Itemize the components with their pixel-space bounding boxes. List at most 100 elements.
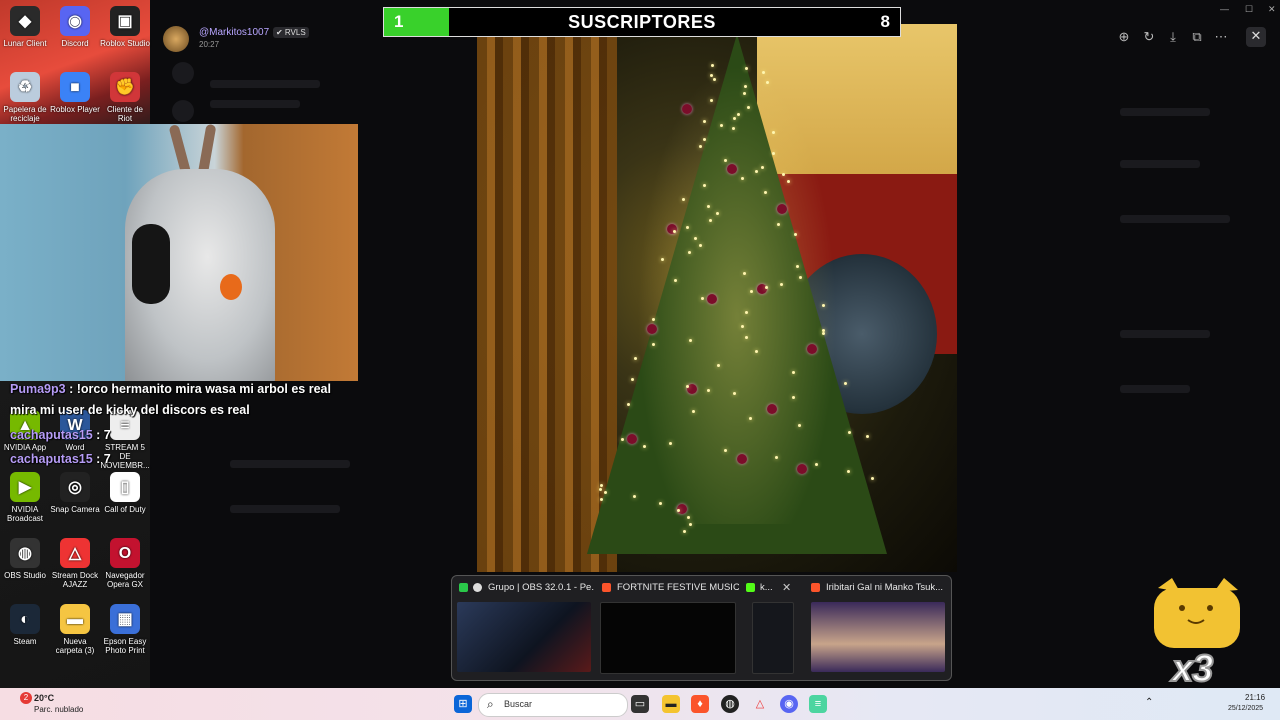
desktop-icon-label: Word bbox=[65, 443, 85, 452]
app-icon: O bbox=[110, 538, 140, 568]
tree-light bbox=[668, 442, 672, 445]
kick-icon bbox=[459, 583, 468, 592]
red-nose bbox=[220, 274, 242, 300]
tree-light bbox=[688, 339, 692, 342]
preview-kick[interactable]: k... ✕ bbox=[744, 576, 798, 680]
stream-dock-icon[interactable]: △ bbox=[751, 695, 769, 713]
desktop-icon-nvidia-broadcast[interactable]: ▶ NVIDIA Broadcast bbox=[0, 472, 50, 523]
tree-light bbox=[732, 117, 736, 120]
desktop-icon-epson-easy-photo-print[interactable]: ▦ Epson Easy Photo Print bbox=[100, 604, 150, 655]
more-icon[interactable]: ⋯ bbox=[1212, 28, 1230, 46]
tree-light bbox=[764, 286, 768, 289]
avatar[interactable] bbox=[163, 26, 189, 52]
tree-light bbox=[743, 85, 747, 88]
subscriber-title: SUSCRIPTORES bbox=[568, 12, 716, 32]
desktop-icon-roblox-player[interactable]: ■ Roblox Player bbox=[50, 72, 100, 114]
file-explorer-icon[interactable]: ▬ bbox=[662, 695, 680, 713]
tree-light bbox=[706, 389, 710, 392]
desktop-icon-snap-camera[interactable]: ◎ Snap Camera bbox=[50, 472, 100, 514]
ornament bbox=[682, 104, 692, 114]
clock-date[interactable]: 25/12/2025 bbox=[1228, 705, 1263, 712]
app-icon: ◆ bbox=[10, 6, 40, 36]
tree-light bbox=[633, 357, 637, 360]
desktop-icon-steam[interactable]: ◐ Steam bbox=[0, 604, 50, 646]
app-icon: ■ bbox=[60, 72, 90, 102]
desktop-icon-navegador-opera-gx[interactable]: O Navegador Opera GX bbox=[100, 538, 150, 589]
clock-time[interactable]: 21:16 bbox=[1245, 693, 1265, 702]
open-external-icon[interactable]: ⧉ bbox=[1188, 28, 1206, 46]
ornament bbox=[807, 344, 817, 354]
close-window-button[interactable]: ✕ bbox=[1268, 4, 1276, 15]
preview-obs[interactable]: Grupo | OBS 32.0.1 - Pe... bbox=[457, 576, 595, 680]
desktop-icon-obs-studio[interactable]: ◍ OBS Studio bbox=[0, 538, 50, 580]
app-icon: ◉ bbox=[60, 6, 90, 36]
tree-light bbox=[843, 382, 847, 385]
desktop-icon-discord[interactable]: ◉ Discord bbox=[50, 6, 100, 48]
desktop-icon-label: Call of Duty bbox=[104, 505, 146, 514]
app-icon: ♻ bbox=[10, 72, 40, 102]
desktop-icon-label: Lunar Client bbox=[3, 39, 47, 48]
desktop-icon-call-of-duty[interactable]: ▯ Call of Duty bbox=[100, 472, 150, 514]
app-icon: ▬ bbox=[60, 604, 90, 634]
desktop-icon-stream-dock-ajazz[interactable]: △ Stream Dock AJAZZ bbox=[50, 538, 100, 589]
channel-line bbox=[210, 100, 300, 108]
preview-thumbnail bbox=[600, 602, 736, 674]
discord-icon[interactable]: ◉ bbox=[780, 695, 798, 713]
tray-chevron-icon[interactable]: ⌃ bbox=[1145, 697, 1153, 708]
tree-light bbox=[720, 124, 723, 127]
desktop-icon-papelera-de-reciclaje[interactable]: ♻ Papelera de reciclaje bbox=[0, 72, 50, 123]
minimize-button[interactable]: — bbox=[1220, 4, 1229, 14]
christmas-tree-image bbox=[477, 24, 957, 572]
member-line bbox=[1120, 160, 1200, 168]
search-box[interactable]: ⌕ Buscar bbox=[478, 693, 628, 717]
desktop-icon-label: OBS Studio bbox=[4, 571, 46, 580]
weather-desc: Parc. nublado bbox=[34, 705, 84, 714]
preview-anime[interactable]: Iribitari Gal ni Manko Tsuk... bbox=[809, 576, 947, 680]
start-button[interactable]: ⊞ bbox=[454, 695, 472, 713]
desktop-icon-label: Roblox Player bbox=[50, 105, 100, 114]
zoom-in-icon[interactable]: ⊕ bbox=[1115, 28, 1133, 46]
search-placeholder: Buscar bbox=[504, 699, 533, 709]
desktop-icon-lunar-client[interactable]: ◆ Lunar Client bbox=[0, 6, 50, 48]
cat-sticker-icon bbox=[1154, 578, 1240, 648]
member-line bbox=[1120, 215, 1230, 223]
desktop-icon-nueva-carpeta-3[interactable]: ▬ Nueva carpeta (3) bbox=[50, 604, 100, 655]
taskbar: 2 20°C Parc. nublado ⊞ ⌕ Buscar ▭ ▬ ♦ ◍ … bbox=[0, 688, 1280, 720]
tree-light bbox=[742, 92, 746, 95]
app-icon[interactable]: ≡ bbox=[809, 695, 827, 713]
brave-icon bbox=[811, 583, 820, 592]
brave-icon[interactable]: ♦ bbox=[691, 695, 709, 713]
tree-light bbox=[821, 332, 825, 335]
tree-light bbox=[724, 449, 727, 452]
maximize-button[interactable]: ☐ bbox=[1245, 4, 1253, 15]
username[interactable]: @Markitos1007 bbox=[199, 27, 269, 38]
sticker-multiplier: x3 bbox=[1171, 647, 1214, 691]
tree-light bbox=[716, 364, 720, 367]
tree-light bbox=[744, 311, 748, 314]
brave-icon bbox=[602, 583, 611, 592]
app-icon: ✊ bbox=[110, 72, 140, 102]
tree-light bbox=[740, 325, 744, 328]
headphones bbox=[132, 224, 170, 304]
desktop-icon-cliente-de-riot[interactable]: ✊ Cliente de Riot bbox=[100, 72, 150, 123]
download-icon[interactable]: ⤓ bbox=[1164, 28, 1182, 46]
subscriber-goal: 8 bbox=[880, 12, 890, 31]
tree-light bbox=[651, 343, 655, 346]
desktop-icon-roblox-studio[interactable]: ▣ Roblox Studio bbox=[100, 6, 150, 48]
obs-icon[interactable]: ◍ bbox=[721, 695, 739, 713]
tree-light bbox=[651, 318, 655, 321]
tree-light bbox=[761, 71, 765, 74]
tree-light bbox=[791, 371, 795, 374]
close-icon[interactable]: ✕ bbox=[1246, 27, 1266, 47]
preview-fortnite[interactable]: FORTNITE FESTIVE MUSIC... bbox=[600, 576, 740, 680]
desktop-icon-label: Epson Easy Photo Print bbox=[103, 637, 147, 655]
close-preview-icon[interactable]: ✕ bbox=[782, 581, 791, 594]
task-view-icon[interactable]: ▭ bbox=[631, 695, 649, 713]
app-icon: ▯ bbox=[110, 472, 140, 502]
rotate-icon[interactable]: ↻ bbox=[1140, 28, 1158, 46]
tree-light bbox=[710, 99, 713, 102]
ornament bbox=[797, 464, 807, 474]
weather-badge: 2 bbox=[20, 692, 32, 704]
desktop-icon-label: Papelera de reciclaje bbox=[3, 105, 47, 123]
tree-light bbox=[700, 297, 704, 300]
